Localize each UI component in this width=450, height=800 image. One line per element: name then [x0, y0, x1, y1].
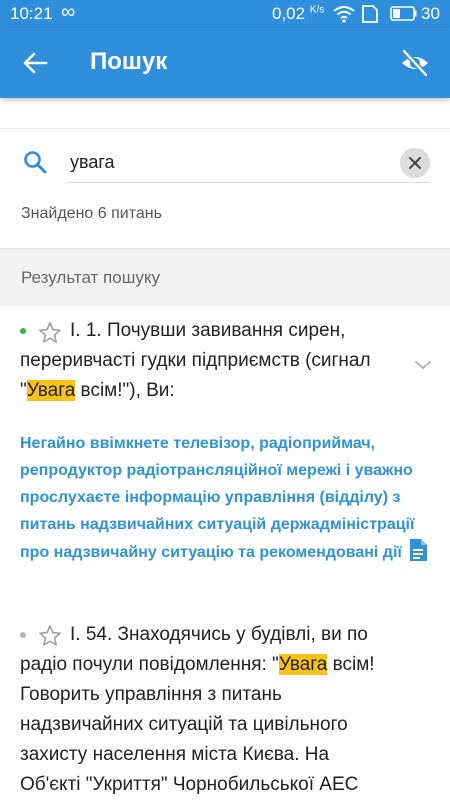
search-input[interactable] [68, 143, 430, 183]
results-header: Результат пошуку [0, 248, 450, 306]
question-text: І. 54. Знаходячись у будівлі, ви по раді… [20, 624, 375, 795]
infinity-icon: ∞ [61, 1, 76, 23]
search-section: Знайдено 6 питань [0, 128, 450, 248]
sim-icon [362, 5, 378, 23]
chevron-down-icon[interactable] [413, 358, 433, 372]
network-speed: 0,02 K/s [272, 4, 325, 23]
eye-off-icon[interactable] [400, 48, 430, 78]
results-count: Знайдено 6 питань [21, 205, 162, 222]
document-icon[interactable] [408, 538, 428, 562]
highlight: Увага [278, 654, 328, 675]
battery-level: 30 [421, 4, 440, 23]
arrow-left-icon[interactable] [22, 50, 48, 76]
status-bar: 10:21 ∞ 0,02 K/s 30 [0, 0, 450, 28]
page-title: Пошук [90, 48, 168, 75]
question-text: І. 1. Почувши завивання сирен, переривча… [20, 320, 371, 401]
battery-icon [390, 6, 417, 21]
wifi-icon [333, 6, 355, 23]
highlight: Увага [26, 380, 76, 401]
search-icon [24, 151, 47, 174]
status-time: 10:21 [10, 4, 53, 23]
answer-text: Негайно ввімкнете телевізор, радіоприйма… [20, 430, 432, 566]
close-icon[interactable] [400, 148, 430, 178]
results-header-label: Результат пошуку [21, 268, 160, 287]
app-bar: Пошук [0, 28, 450, 98]
